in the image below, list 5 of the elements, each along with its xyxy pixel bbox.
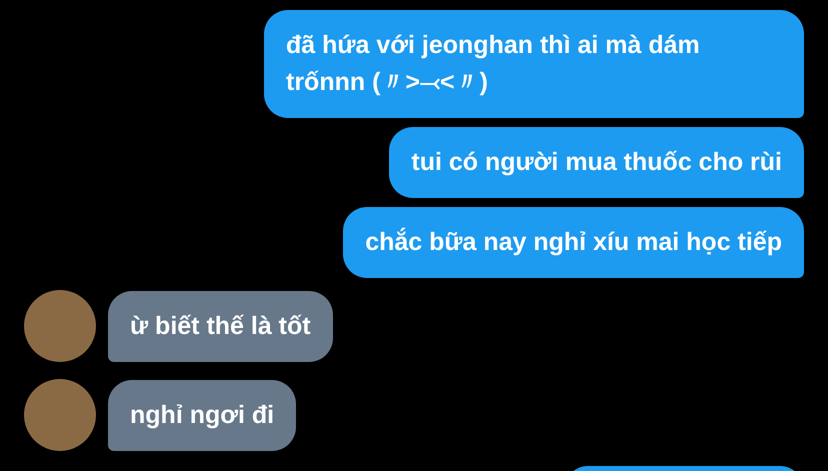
message-bubble: chắc bữa nay nghỉ xíu mai học tiếp [343,207,804,278]
message-bubble: nghỉ ngơi đi [108,380,296,451]
message-bubble: tui có người mua thuốc cho rùi [389,127,804,198]
message-bubble: ừ biết thế là tốt [108,291,333,362]
message-bubble: đã hứa với jeonghan thì ai mà dám trốnnn (〃>⤙<〃) [264,10,804,118]
